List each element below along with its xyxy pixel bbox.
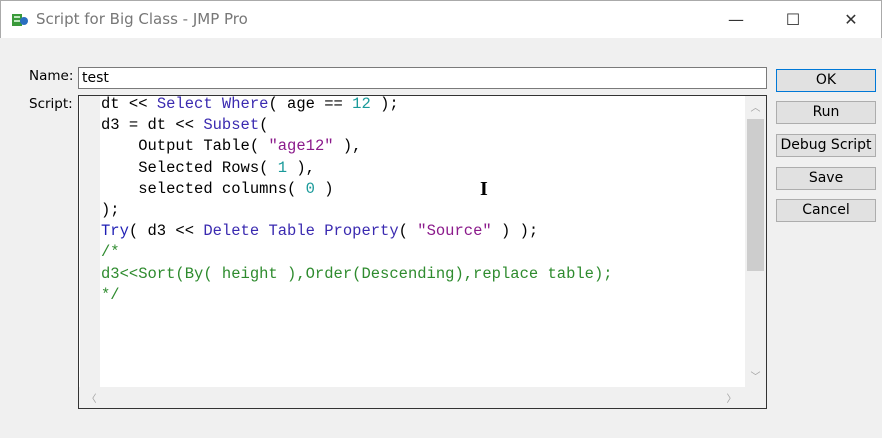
title-bar: Script for Big Class - JMP Pro — ☐ ✕	[0, 0, 882, 38]
code-token: Select Where	[156, 95, 269, 113]
code-token: d3 = dt <<	[101, 116, 204, 135]
code-line: d3 = dt << Subset(	[101, 115, 613, 136]
code-token: Output Table(	[101, 137, 269, 156]
code-token: 12	[352, 95, 371, 113]
code-line: Try( d3 << Delete Table Property( "Sourc…	[101, 221, 613, 242]
code-token: );	[101, 201, 120, 220]
vertical-scroll-thumb[interactable]	[747, 119, 764, 271]
text-cursor-icon: I	[480, 178, 488, 200]
horizontal-scrollbar[interactable]: 〈 〉	[79, 387, 745, 408]
jmp-script-icon	[12, 14, 28, 26]
code-token: /*	[101, 243, 120, 262]
ok-button[interactable]: OK	[776, 69, 876, 92]
code-line: Selected Rows( 1 ),	[101, 158, 613, 179]
code-line: */	[101, 285, 613, 306]
code-token: ( age ==	[268, 95, 353, 113]
code-token: ),	[333, 137, 362, 156]
scroll-up-icon[interactable]: ︿	[747, 99, 764, 114]
script-code[interactable]: dt << Select Where( age == 12 ); d3 = dt …	[101, 95, 613, 306]
script-editor[interactable]: dt << Select Where( age == 12 ); d3 = dt …	[78, 95, 767, 409]
script-label: Script:	[29, 96, 73, 112]
code-token: Try	[101, 222, 129, 241]
name-input[interactable]	[78, 67, 767, 89]
code-line: /*	[101, 242, 613, 263]
code-token: dt <<	[101, 95, 157, 113]
code-line: d3<<Sort(By( height ),Order(Descending),…	[101, 264, 613, 285]
run-button[interactable]: Run	[776, 101, 876, 124]
code-line: Output Table( "age12" ),	[101, 136, 613, 157]
code-token: d3<<Sort(By( height ),Order(Descending),…	[101, 264, 613, 283]
code-token: "Source"	[417, 222, 492, 241]
code-token: "age12"	[268, 137, 334, 156]
save-button[interactable]: Save	[776, 167, 876, 190]
code-token: ( d3 <<	[128, 222, 204, 241]
code-token: 1	[277, 158, 288, 177]
cancel-button[interactable]: Cancel	[776, 199, 876, 222]
window-title: Script for Big Class - JMP Pro	[36, 10, 248, 28]
code-token: selected columns(	[101, 179, 306, 198]
code-token: Subset	[203, 116, 260, 135]
code-line: );	[101, 200, 613, 221]
debug-script-button[interactable]: Debug Script	[776, 134, 876, 157]
code-token: (	[259, 116, 269, 135]
scroll-left-icon[interactable]: 〈	[83, 390, 100, 405]
code-token: Selected Rows(	[101, 158, 278, 177]
code-token: ) );	[491, 222, 539, 241]
scroll-down-icon[interactable]: ﹀	[747, 368, 764, 383]
scroll-right-icon[interactable]: 〉	[723, 390, 740, 405]
code-token: ),	[287, 158, 315, 177]
code-token: );	[370, 95, 399, 113]
code-token: )	[314, 179, 334, 198]
maximize-button[interactable]: ☐	[778, 7, 808, 33]
code-token: 0	[305, 179, 315, 198]
name-label: Name:	[29, 68, 74, 84]
scroll-corner	[745, 387, 766, 408]
code-token: Delete Table Property	[203, 222, 399, 241]
code-token: */	[101, 285, 120, 304]
line-gutter	[80, 96, 100, 387]
code-line: selected columns( 0 )	[101, 179, 613, 200]
minimize-button[interactable]: —	[721, 7, 751, 33]
code-line: dt << Select Where( age == 12 );	[101, 95, 613, 115]
vertical-scrollbar[interactable]: ︿ ﹀	[745, 96, 766, 387]
code-token: (	[398, 222, 418, 241]
close-button[interactable]: ✕	[836, 7, 866, 33]
